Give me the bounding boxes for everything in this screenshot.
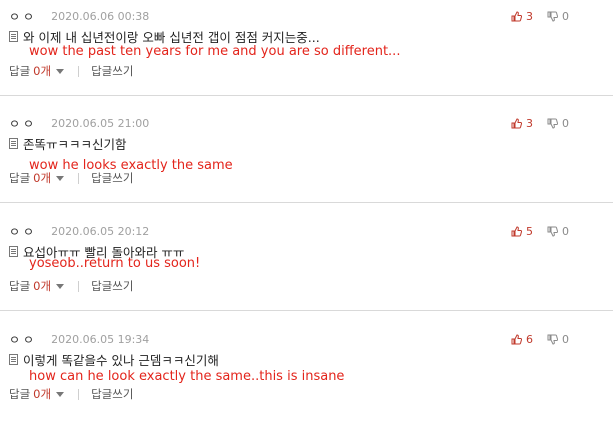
translation-overlay: yoseob..return to us soon! (29, 256, 201, 271)
vote-area: 3 0 (511, 116, 569, 130)
comment-date: 2020.06.05 21:00 (51, 116, 150, 130)
thumbs-up-icon (511, 10, 522, 21)
upvote-button[interactable]: 5 (511, 225, 533, 238)
thumbs-up-icon (511, 225, 522, 236)
comment-meta: ㅇㅇ 2020.06.05 21:00 (9, 115, 150, 132)
comment-date: 2020.06.05 19:34 (51, 332, 150, 346)
chevron-down-icon[interactable] (56, 68, 65, 74)
divider (78, 65, 80, 77)
downvote-count: 0 (562, 332, 569, 346)
chevron-down-icon[interactable] (56, 175, 65, 181)
comment-actions: 답글 0개 답글쓰기 (9, 279, 133, 293)
write-reply-button[interactable]: 답글쓰기 (91, 386, 133, 402)
vote-area: 6 0 (511, 332, 569, 346)
comment-author[interactable]: ㅇㅇ (9, 115, 37, 132)
divider (78, 280, 80, 292)
comment-text: 이렇게 똑같을수 있나 근뎀ㅋㅋ신기해 (23, 352, 219, 368)
comment-item: ㅇㅇ 2020.06.05 19:34 6 0 이렇게 똑같을수 있나 근뎀ㅋㅋ… (0, 332, 613, 439)
comment-date: 2020.06.05 20:12 (51, 224, 150, 238)
reply-count[interactable]: 0개 (33, 63, 51, 79)
comment-item: ㅇㅇ 2020.06.05 21:00 3 0 존똑ㅠㅋㅋㅋ신기함 wow he… (0, 116, 613, 223)
downvote-button[interactable]: 0 (547, 225, 569, 238)
comment-actions: 답글 0개 답글쓰기 (9, 171, 133, 185)
thumbs-down-icon (547, 226, 558, 237)
thumbs-down-icon (547, 11, 558, 22)
comment-text: 와 이제 내 십년전이랑 오빠 십년전 갭이 점점 커지는중... (23, 29, 320, 45)
upvote-count: 5 (526, 224, 533, 238)
document-icon (9, 245, 18, 257)
comment-author[interactable]: ㅇㅇ (9, 331, 37, 348)
upvote-count: 3 (526, 116, 533, 130)
comment-meta: ㅇㅇ 2020.06.05 19:34 (9, 331, 150, 348)
comment-author[interactable]: ㅇㅇ (9, 8, 37, 25)
thumbs-down-icon (547, 118, 558, 129)
thumbs-down-icon (547, 334, 558, 345)
upvote-button[interactable]: 3 (511, 10, 533, 23)
upvote-count: 6 (526, 332, 533, 346)
comment-item: ㅇㅇ 2020.06.05 20:12 5 0 요섭아ㅠㅠ 빨리 돌아와라 ㅠㅠ… (0, 224, 613, 331)
reply-label: 답글 (9, 279, 31, 293)
chevron-down-icon[interactable] (56, 283, 65, 289)
reply-label: 답글 (9, 64, 31, 78)
vote-area: 3 0 (511, 9, 569, 23)
comment-actions: 답글 0개 답글쓰기 (9, 387, 133, 401)
chevron-down-icon[interactable] (56, 391, 65, 397)
write-reply-button[interactable]: 답글쓰기 (91, 63, 133, 79)
divider (78, 172, 80, 184)
downvote-button[interactable]: 0 (547, 10, 569, 23)
reply-count[interactable]: 0개 (33, 278, 51, 294)
comment-body: 이렇게 똑같을수 있나 근뎀ㅋㅋ신기해 (9, 351, 219, 368)
comment-text: 존똑ㅠㅋㅋㅋ신기함 (23, 136, 127, 152)
upvote-button[interactable]: 6 (511, 333, 533, 346)
document-icon (9, 137, 18, 149)
downvote-button[interactable]: 0 (547, 117, 569, 130)
downvote-count: 0 (562, 9, 569, 23)
thumbs-up-icon (511, 333, 522, 344)
thumbs-up-icon (511, 117, 522, 128)
reply-count[interactable]: 0개 (33, 386, 51, 402)
comment-divider (0, 202, 613, 203)
translation-overlay: how can he look exactly the same..this i… (29, 369, 345, 384)
downvote-button[interactable]: 0 (547, 333, 569, 346)
vote-area: 5 0 (511, 224, 569, 238)
comment-body: 존똑ㅠㅋㅋㅋ신기함 (9, 135, 127, 152)
comment-item: ㅇㅇ 2020.06.06 00:38 3 0 와 이제 내 십년전이랑 오빠 … (0, 9, 613, 116)
document-icon (9, 353, 18, 365)
comment-meta: ㅇㅇ 2020.06.05 20:12 (9, 223, 150, 240)
comment-meta: ㅇㅇ 2020.06.06 00:38 (9, 8, 150, 25)
comment-body: 와 이제 내 십년전이랑 오빠 십년전 갭이 점점 커지는중... (9, 28, 320, 45)
translation-overlay: wow the past ten years for me and you ar… (29, 44, 401, 59)
comment-actions: 답글 0개 답글쓰기 (9, 64, 133, 78)
translation-overlay: wow he looks exactly the same (29, 158, 233, 173)
downvote-count: 0 (562, 224, 569, 238)
comment-divider (0, 95, 613, 96)
write-reply-button[interactable]: 답글쓰기 (91, 278, 133, 294)
reply-label: 답글 (9, 387, 31, 401)
divider (78, 388, 80, 400)
comment-author[interactable]: ㅇㅇ (9, 223, 37, 240)
reply-label: 답글 (9, 171, 31, 185)
document-icon (9, 30, 18, 42)
comment-date: 2020.06.06 00:38 (51, 9, 150, 23)
comment-divider (0, 310, 613, 311)
upvote-count: 3 (526, 9, 533, 23)
upvote-button[interactable]: 3 (511, 117, 533, 130)
downvote-count: 0 (562, 116, 569, 130)
